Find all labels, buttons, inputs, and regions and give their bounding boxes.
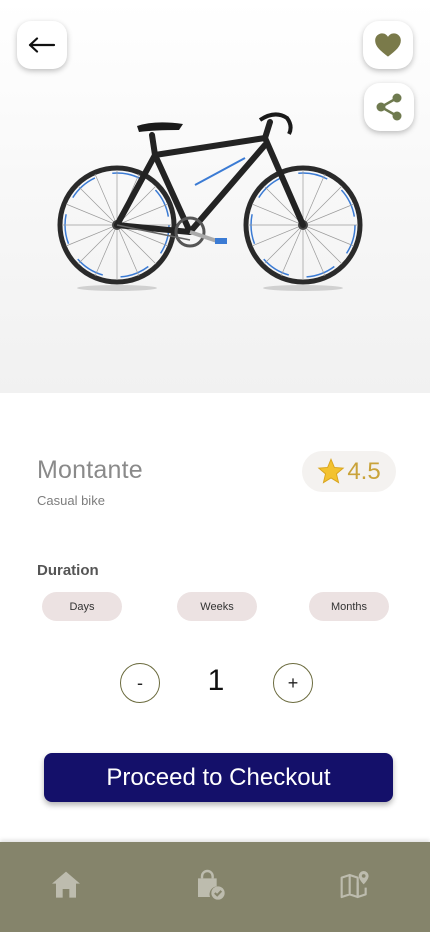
bottom-navigation	[0, 842, 430, 932]
increment-button[interactable]: +	[273, 663, 313, 703]
duration-option-months[interactable]: Months	[309, 592, 389, 621]
product-category: Casual bike	[37, 493, 105, 508]
heart-icon	[375, 33, 401, 57]
quantity-value: 1	[207, 664, 225, 697]
nav-home[interactable]	[48, 867, 84, 903]
share-icon	[376, 93, 402, 121]
rating-value: 4.5	[347, 457, 381, 485]
arrow-left-icon	[28, 37, 56, 53]
back-button[interactable]	[17, 21, 67, 69]
nav-map[interactable]	[337, 867, 373, 903]
duration-option-weeks[interactable]: Weeks	[177, 592, 257, 621]
nav-orders[interactable]	[192, 867, 228, 903]
map-pin-icon	[340, 871, 369, 899]
product-name: Montante	[37, 456, 143, 484]
duration-label: Duration	[37, 562, 99, 579]
home-icon	[52, 871, 80, 898]
star-icon	[317, 458, 345, 484]
favorite-button[interactable]	[363, 21, 413, 69]
share-button[interactable]	[364, 83, 414, 131]
proceed-to-checkout-button[interactable]: Proceed to Checkout	[44, 753, 393, 802]
rating-badge: 4.5	[302, 451, 396, 492]
bag-check-icon	[198, 869, 225, 900]
decrement-button[interactable]: -	[120, 663, 160, 703]
bike-image	[57, 112, 363, 291]
duration-option-days[interactable]: Days	[42, 592, 122, 621]
